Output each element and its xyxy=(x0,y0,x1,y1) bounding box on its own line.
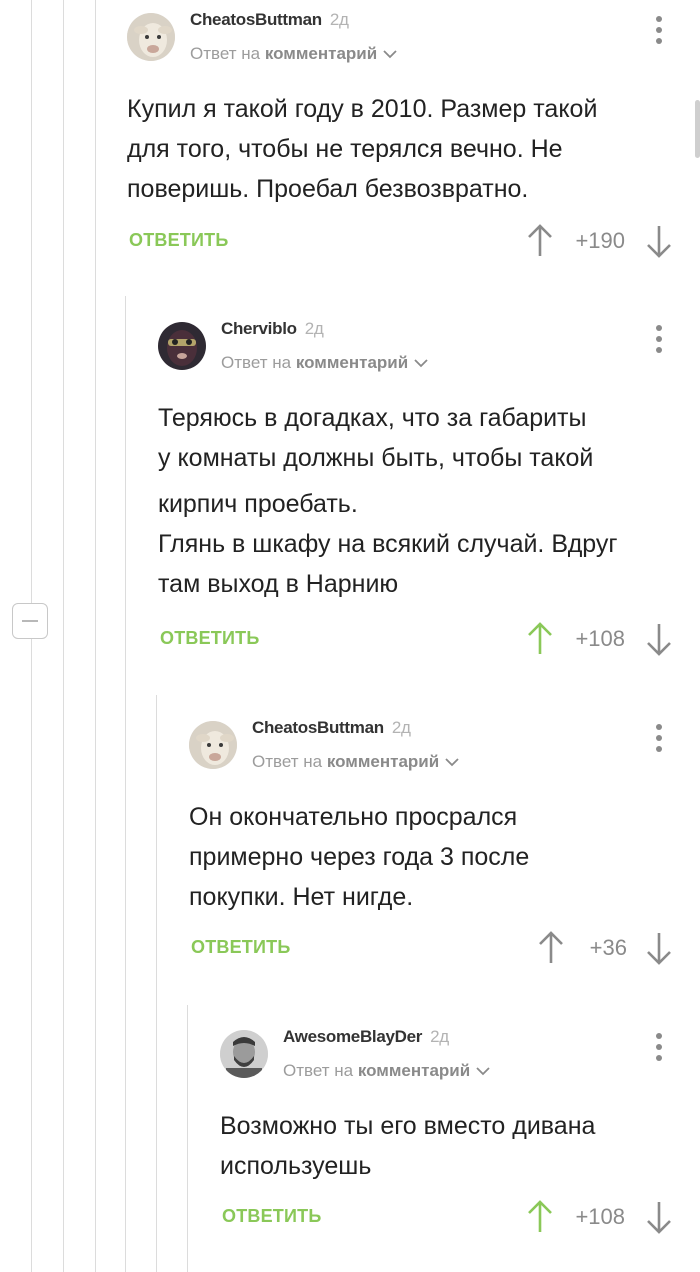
rating-score: +190 xyxy=(575,228,625,253)
downvote-arrow-icon[interactable] xyxy=(646,623,672,657)
comment: Cherviblo 2д Ответ на комментарий Теряюсь… xyxy=(158,319,678,662)
author-name[interactable]: AwesomeBlayDer 2д xyxy=(283,1027,449,1047)
reply-to-link[interactable]: Ответ на комментарий xyxy=(252,752,459,772)
comment: CheatosButtman 2д Ответ на комментарий Он… xyxy=(189,718,679,981)
comment-body: Теряюсь в догадках, что за габариты у ком… xyxy=(158,404,618,598)
timestamp: 2д xyxy=(391,718,411,737)
comment-body: Купил я такой году в 2010. Размер такой д… xyxy=(127,95,598,203)
comment-body: Возможно ты его вместо дивана используешь xyxy=(220,1112,596,1180)
upvote-arrow-icon[interactable] xyxy=(527,1199,553,1233)
more-menu-icon[interactable] xyxy=(655,724,663,754)
more-menu-icon[interactable] xyxy=(655,325,663,355)
downvote-arrow-icon[interactable] xyxy=(646,225,672,259)
rating-score: +108 xyxy=(575,1204,625,1229)
reply-to-link[interactable]: Ответ на комментарий xyxy=(221,353,428,373)
reply-button[interactable]: ОТВЕТИТЬ xyxy=(160,628,259,649)
more-menu-icon[interactable] xyxy=(655,16,663,46)
collapse-thread-button[interactable] xyxy=(12,603,48,639)
reply-to-link[interactable]: Ответ на комментарий xyxy=(190,44,397,64)
reply-to-link[interactable]: Ответ на комментарий xyxy=(283,1061,490,1081)
rating-score: +36 xyxy=(589,935,627,960)
thread-line xyxy=(95,0,96,1272)
comment: CheatosButtman 2д Ответ на комментарий Ку… xyxy=(127,10,677,263)
thread-line xyxy=(63,0,64,1272)
upvote-arrow-icon[interactable] xyxy=(527,621,553,655)
more-menu-icon[interactable] xyxy=(655,1033,663,1063)
reply-nest-line xyxy=(125,296,126,1272)
timestamp: 2д xyxy=(304,319,324,338)
scrollbar[interactable] xyxy=(695,100,700,158)
sheep-avatar[interactable] xyxy=(189,721,237,769)
reply-nest-line xyxy=(156,695,157,1272)
downvote-arrow-icon[interactable] xyxy=(646,1201,672,1235)
timestamp: 2д xyxy=(329,10,349,29)
bearded-man-avatar[interactable] xyxy=(220,1030,268,1078)
comment-body: Он окончательно просрался примерно через … xyxy=(189,803,530,911)
chevron-down-icon xyxy=(383,50,397,59)
author-name[interactable]: CheatosButtman 2д xyxy=(190,10,349,30)
sheep-avatar[interactable] xyxy=(127,13,175,61)
masked-face-avatar[interactable] xyxy=(158,322,206,370)
reply-button[interactable]: ОТВЕТИТЬ xyxy=(191,937,290,958)
downvote-arrow-icon[interactable] xyxy=(646,932,672,966)
minus-icon xyxy=(22,620,38,622)
author-name[interactable]: Cherviblo 2д xyxy=(221,319,324,339)
chevron-down-icon xyxy=(445,758,459,767)
upvote-arrow-icon[interactable] xyxy=(527,223,553,257)
reply-button[interactable]: ОТВЕТИТЬ xyxy=(222,1206,321,1227)
rating-score: +108 xyxy=(575,626,625,651)
author-name[interactable]: CheatosButtman 2д xyxy=(252,718,411,738)
reply-nest-line xyxy=(187,1005,188,1272)
timestamp: 2д xyxy=(430,1027,449,1046)
chevron-down-icon xyxy=(476,1067,490,1076)
chevron-down-icon xyxy=(414,359,428,368)
comment: AwesomeBlayDer 2д Ответ на комментарий Во… xyxy=(220,1027,680,1240)
reply-button[interactable]: ОТВЕТИТЬ xyxy=(129,230,228,251)
